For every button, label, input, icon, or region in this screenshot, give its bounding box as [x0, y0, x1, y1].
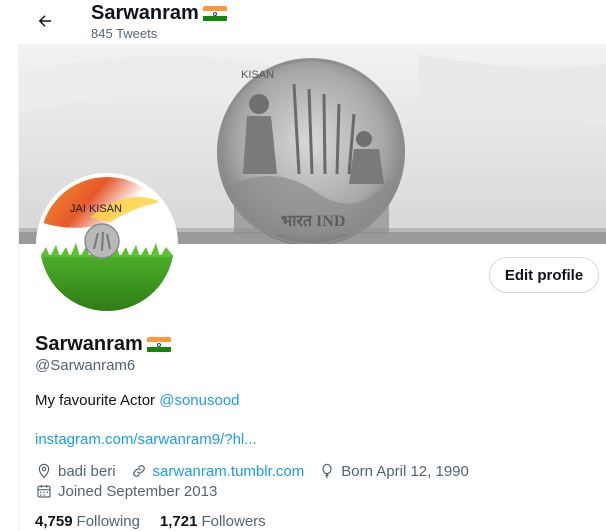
header-name: Sarwanram — [91, 2, 199, 24]
joined-text: Joined September 2013 — [58, 482, 218, 500]
tweet-count: 845 Tweets — [91, 26, 158, 41]
profile-handle: @Sarwanram6 — [35, 357, 136, 374]
website-link[interactable]: sarwanram.tumblr.com — [153, 463, 305, 480]
arrow-left-icon — [38, 15, 51, 27]
avatar-art: JAI KISAN — [40, 177, 174, 311]
birthday-item: Born April 12, 1990 — [318, 462, 469, 480]
location-item: badi beri — [35, 462, 116, 480]
following-link[interactable]: 4,759 Following — [35, 513, 140, 530]
profile-header: Sarwanram 845 Tweets — [0, 0, 606, 44]
profile-avatar[interactable]: JAI KISAN — [36, 173, 178, 315]
display-name: Sarwanram — [35, 333, 143, 355]
birthday-text: Born April 12, 1990 — [341, 462, 469, 480]
profile-meta-row: badi beri sarwanram.tumblr.com Born Apri… — [35, 462, 483, 480]
following-label: Following — [76, 513, 140, 530]
profile-joined-row: Joined September 2013 — [35, 482, 231, 500]
profile-bio: My favourite Actor @sonusood — [35, 392, 240, 409]
followers-link[interactable]: 1,721 Followers — [160, 513, 266, 530]
india-flag-icon — [146, 336, 171, 353]
following-count: 4,759 — [35, 513, 73, 530]
balloon-icon — [318, 462, 336, 480]
joined-item: Joined September 2013 — [35, 482, 217, 500]
svg-text:भारत IND: भारत IND — [281, 213, 345, 230]
website-item: sarwanram.tumblr.com — [130, 462, 305, 480]
bio-text: My favourite Actor — [35, 392, 160, 409]
back-button[interactable] — [28, 4, 62, 38]
profile-name: Sarwanram — [35, 333, 171, 356]
edit-profile-button[interactable]: Edit profile — [489, 257, 599, 293]
followers-label: Followers — [201, 513, 266, 530]
follow-stats: 4,759 Following 1,721 Followers — [35, 513, 266, 530]
india-flag-icon — [202, 5, 227, 22]
location-text: badi beri — [58, 462, 116, 480]
bio-mention-link[interactable]: @sonusood — [159, 392, 239, 409]
profile-external-link[interactable]: instagram.com/sarwanram9/?hl... — [35, 431, 257, 448]
followers-count: 1,721 — [159, 513, 198, 530]
location-pin-icon — [35, 462, 53, 480]
calendar-icon — [35, 482, 53, 500]
header-title: Sarwanram — [91, 2, 227, 25]
link-icon — [130, 462, 148, 480]
svg-text:JAI KISAN: JAI KISAN — [70, 203, 122, 215]
svg-text:KISAN: KISAN — [241, 69, 274, 81]
